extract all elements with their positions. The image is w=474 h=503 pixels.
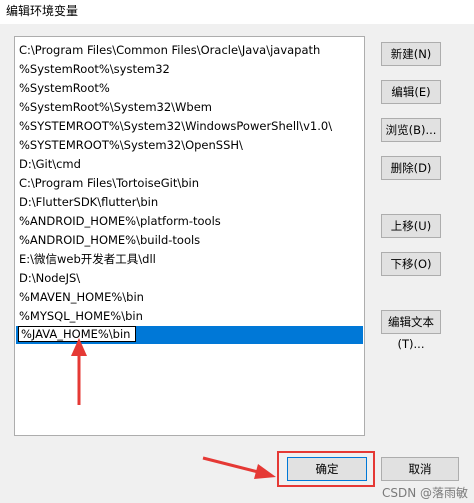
watermark: CSDN @落雨敏 xyxy=(381,486,468,500)
annotation-arrow-right-icon xyxy=(202,456,276,479)
annotation-arrows xyxy=(71,338,276,479)
annotation-arrow-up-icon xyxy=(71,338,87,405)
